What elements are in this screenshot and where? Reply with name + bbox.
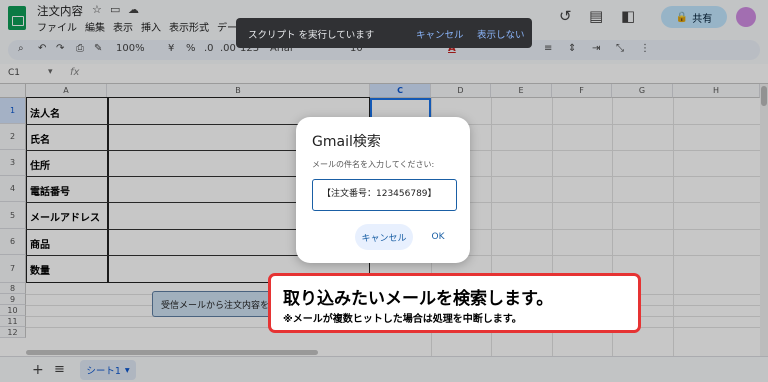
dialog-ok-button[interactable]: OK — [421, 224, 455, 250]
annotation-callout: 取り込みたいメールを検索します。 ※メールが複数ヒットした場合は処理を中断します… — [268, 273, 641, 333]
script-running-snackbar: スクリプト を実行しています キャンセル 表示しない — [236, 18, 532, 48]
snackbar-hide-button[interactable]: 表示しない — [477, 27, 525, 41]
dialog-cancel-button[interactable]: キャンセル — [355, 224, 413, 250]
dialog-prompt: メールの件名を入力してください: — [312, 160, 435, 169]
gmail-search-dialog: Gmail検索 メールの件名を入力してください: 【注文番号：123456789… — [296, 117, 470, 263]
dialog-title: Gmail検索 — [312, 134, 381, 150]
callout-main-text: 取り込みたいメールを検索します。 — [283, 289, 554, 309]
callout-sub-text: ※メールが複数ヒットした場合は処理を中断します。 — [283, 314, 522, 325]
snackbar-text: スクリプト を実行しています — [248, 30, 375, 41]
snackbar-cancel-button[interactable]: キャンセル — [416, 27, 464, 41]
subject-input[interactable]: 【注文番号：123456789】 — [312, 179, 457, 211]
